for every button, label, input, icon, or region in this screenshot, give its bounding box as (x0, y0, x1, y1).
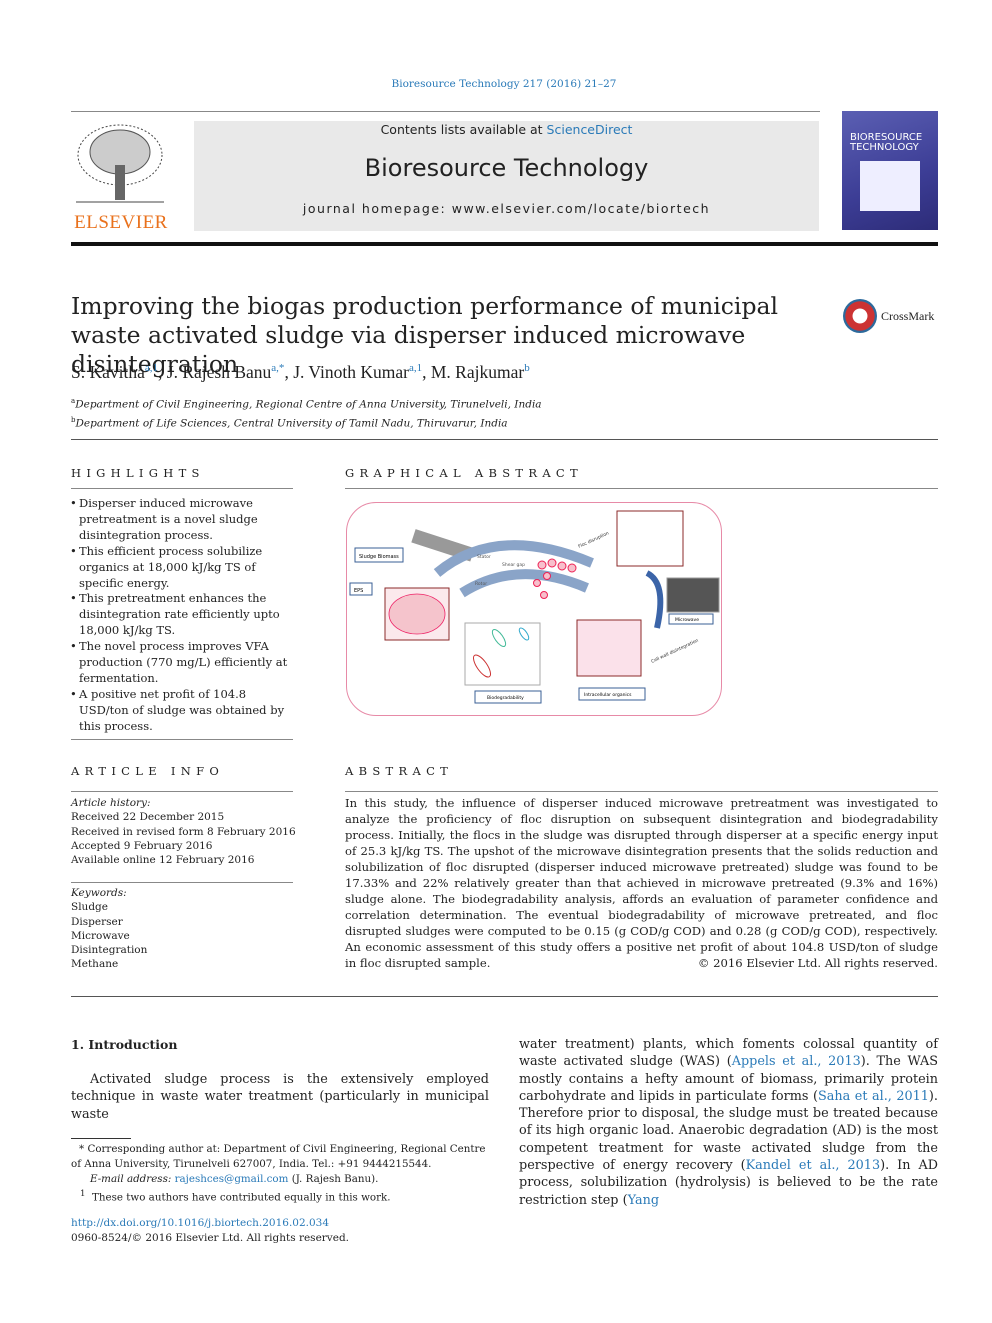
divider (71, 996, 938, 997)
email-label: E-mail address: (90, 1173, 172, 1186)
issn-copyright: 0960-8524/© 2016 Elsevier Ltd. All right… (71, 1231, 350, 1244)
history-label: Article history: (71, 797, 151, 809)
divider (71, 111, 820, 112)
keyword: Microwave (71, 929, 130, 942)
cover-title: BIORESOURCE TECHNOLOGY (850, 132, 923, 153)
arrow (645, 570, 664, 629)
article-info-heading: ARTICLE INFO (71, 764, 225, 778)
biodegradability-label: Biodegradability (487, 695, 524, 701)
highlight-item: Disperser induced microwave pretreatment… (70, 496, 295, 544)
history-item: Available online 12 February 2016 (71, 854, 255, 867)
cell-wall-label: Cell wall disintegration (650, 638, 699, 665)
author-sup[interactable]: b (524, 362, 530, 374)
eps-label: EPS (354, 588, 363, 594)
keyword: Sludge (71, 901, 108, 914)
microwave-image (666, 577, 720, 613)
author[interactable]: J. Rajesh Banu (167, 362, 272, 382)
highlights-list: Disperser induced microwave pretreatment… (70, 496, 295, 735)
history-item: Received in revised form 8 February 2016 (71, 825, 296, 838)
biodegradability-plot (464, 622, 541, 686)
keyword: Disintegration (71, 944, 148, 957)
divider (345, 791, 938, 792)
article-history: Article history: Received 22 December 20… (71, 796, 296, 867)
sludge-label: Sludge Biomass (359, 554, 399, 560)
divider (71, 242, 938, 246)
journal-homepage[interactable]: journal homepage: www.elsevier.com/locat… (194, 201, 819, 216)
highlight-item: This efficient process solubilize organi… (70, 544, 295, 592)
cover-figure (860, 161, 920, 211)
microwave-label: Microwave (675, 617, 699, 623)
email-suffix: (J. Rajesh Banu). (291, 1173, 379, 1186)
history-item: Received 22 December 2015 (71, 811, 225, 824)
affiliation: Department of Life Sciences, Central Uni… (75, 417, 508, 430)
crossmark-button[interactable]: CrossMark (843, 299, 934, 333)
footnote-divider (71, 1138, 131, 1139)
divider (71, 882, 293, 883)
keyword: Disperser (71, 915, 123, 928)
author-sup[interactable]: a,* (271, 362, 284, 374)
journal-citation[interactable]: Bioresource Technology 217 (2016) 21–27 (0, 78, 992, 90)
elsevier-logo[interactable]: ELSEVIER (71, 120, 171, 233)
highlight-item: A positive net profit of 104.8 USD/ton o… (70, 687, 295, 735)
affiliations: aDepartment of Civil Engineering, Region… (71, 394, 542, 432)
citation-link[interactable]: Saha et al., 2011 (818, 1089, 929, 1104)
shear-gap-label: Shear gap (502, 562, 525, 568)
corresponding-author-note: Corresponding author at: Department of C… (71, 1143, 486, 1171)
highlight-item: This pretreatment enhances the disintegr… (70, 591, 295, 639)
crossmark-label: CrossMark (881, 308, 935, 323)
equal-contribution-note: These two authors have contributed equal… (92, 1191, 391, 1204)
section-heading: 1. Introduction (71, 1037, 178, 1052)
citation-link[interactable]: Yang (628, 1193, 660, 1208)
journal-title: Bioresource Technology (364, 154, 649, 182)
email-link[interactable]: rajeshces@gmail.com (175, 1173, 289, 1185)
footnotes: * Corresponding author at: Department of… (71, 1142, 491, 1206)
elsevier-wordmark: ELSEVIER (74, 212, 168, 233)
rotor-label: Rotor (475, 581, 487, 587)
keyword: Methane (71, 958, 119, 971)
citation-link[interactable]: Kandel et al., 2013 (746, 1158, 881, 1173)
author[interactable]: S. Kavitha (71, 362, 145, 382)
footnote-mark: 1 (80, 1189, 86, 1200)
divider (71, 791, 293, 792)
author-sup[interactable]: a,1 (409, 362, 422, 374)
floc-disruption-label: Floc disruption (577, 530, 610, 550)
sciencedirect-link[interactable]: ScienceDirect (547, 122, 633, 137)
journal-banner: Contents lists available at ScienceDirec… (194, 121, 819, 231)
divider (71, 739, 293, 740)
graphical-abstract-figure[interactable]: Sludge Biomass EPS Stator Shear gap Roto… (346, 502, 722, 716)
stator-label: Stator (477, 554, 491, 560)
author-list: S. Kavithaa,1, J. Rajesh Banua,*, J. Vin… (71, 362, 530, 382)
graphical-abstract-heading: GRAPHICAL ABSTRACT (345, 466, 583, 480)
intracellular-label: Intracellular organics (584, 692, 632, 698)
intro-paragraph: Activated sludge process is the extensiv… (71, 1072, 489, 1122)
divider (71, 488, 293, 489)
highlight-item: The novel process improves VFA productio… (70, 639, 295, 687)
tree-icon (71, 120, 169, 208)
doi-block: http://dx.doi.org/10.1016/j.biortech.201… (71, 1216, 349, 1245)
journal-cover[interactable]: BIORESOURCE TECHNOLOGY (842, 111, 938, 230)
author-sup[interactable]: a,1 (145, 362, 158, 374)
history-item: Accepted 9 February 2016 (71, 839, 213, 852)
contents-text: Contents lists available at (380, 122, 547, 137)
intracellular-image (576, 619, 642, 677)
affiliation: Department of Civil Engineering, Regiona… (75, 398, 542, 411)
keywords-label: Keywords: (71, 887, 127, 899)
doi-link[interactable]: http://dx.doi.org/10.1016/j.biortech.201… (71, 1217, 329, 1229)
author[interactable]: J. Vinoth Kumar (293, 362, 409, 382)
crossmark-icon (843, 299, 877, 333)
keywords: Keywords: Sludge Disperser Microwave Dis… (71, 886, 147, 972)
disrupted-floc-image (616, 510, 684, 567)
divider (345, 488, 938, 489)
abstract-heading: ABSTRACT (345, 764, 454, 778)
citation-link[interactable]: Appels et al., 2013 (732, 1054, 861, 1069)
abstract-copyright: © 2016 Elsevier Ltd. All rights reserved… (697, 956, 938, 970)
footnote-mark: * (79, 1143, 85, 1155)
author[interactable]: M. Rajkumar (431, 362, 524, 382)
intro-paragraph-continued: water treatment) plants, which foments c… (519, 1036, 938, 1209)
abstract-text: In this study, the influence of disperse… (345, 796, 938, 971)
highlights-heading: HIGHLIGHTS (71, 466, 205, 480)
divider (71, 439, 938, 440)
